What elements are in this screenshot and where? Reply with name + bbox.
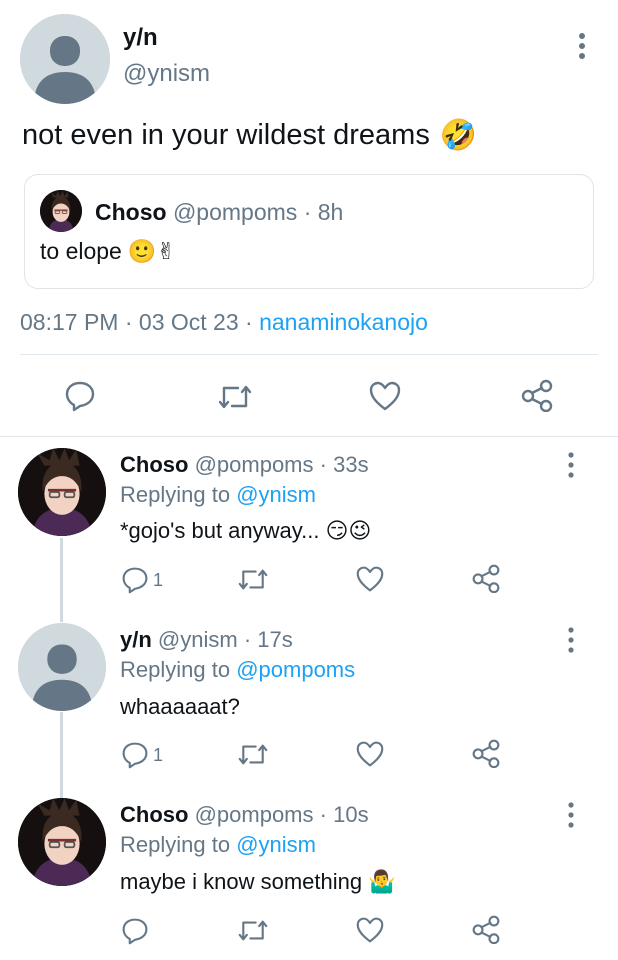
meta-separator-1: · xyxy=(124,309,133,335)
reply-body: whaaaaaat? xyxy=(120,694,240,719)
reply-time: 10s xyxy=(333,802,369,827)
share-icon[interactable] xyxy=(471,738,501,768)
reply-author-handle[interactable]: @pompoms xyxy=(195,452,314,477)
replying-label: Replying to xyxy=(120,482,231,507)
reply-author-handle[interactable]: @ynism xyxy=(158,627,238,652)
reply-icon[interactable] xyxy=(121,917,149,945)
reply-time: 33s xyxy=(333,452,369,477)
reply-icon xyxy=(122,742,148,769)
reply-header: Choso @pompoms · 10s xyxy=(120,802,369,828)
retweet-icon[interactable] xyxy=(238,741,268,768)
main-tweet-text: not even in your wildest dreams 🤣 xyxy=(22,118,477,153)
tweet-source[interactable]: nanaminokanojo xyxy=(259,309,428,335)
reply-button[interactable]: 1 xyxy=(121,741,163,769)
quote-separator: · xyxy=(303,199,312,225)
reply-count: 1 xyxy=(153,744,164,765)
tweet-time: 08:17 PM xyxy=(20,309,119,335)
reply-author-name[interactable]: y/n xyxy=(120,627,152,652)
quote-avatar xyxy=(40,190,82,232)
quoted-tweet[interactable]: Choso @pompoms · 8h to elope 🙂✌ xyxy=(24,174,594,289)
retweet-icon[interactable] xyxy=(238,566,268,593)
divider xyxy=(20,354,598,355)
reply-avatar[interactable] xyxy=(18,448,106,536)
main-avatar[interactable] xyxy=(20,14,110,104)
divider xyxy=(0,436,618,437)
quote-time: 8h xyxy=(317,199,344,225)
main-tweet-meta: 08:17 PM · 03 Oct 23 · nanaminokanojo xyxy=(20,309,428,336)
choso-avatar-icon xyxy=(18,798,106,886)
replying-to-handle[interactable]: @pompoms xyxy=(236,657,355,682)
smirk-wink-emoji-icon: 😏😉 xyxy=(325,518,372,543)
reply-time: 17s xyxy=(257,627,293,652)
meta-separator-2: · xyxy=(245,309,253,335)
share-icon[interactable] xyxy=(471,563,501,593)
reply-body: maybe i know something xyxy=(120,869,363,894)
reply-text: maybe i know something 🤷‍♂️ xyxy=(120,869,396,895)
reply-header: y/n @ynism · 17s xyxy=(120,627,293,653)
reply-text: *gojo's but anyway... 😏😉 xyxy=(120,518,371,544)
reply-icon[interactable] xyxy=(64,380,96,412)
thread-line xyxy=(60,538,63,622)
heart-icon[interactable] xyxy=(355,740,385,768)
more-dots-icon[interactable] xyxy=(565,802,577,828)
shrug-emoji-icon: 🤷‍♂️ xyxy=(368,869,396,894)
heart-icon[interactable] xyxy=(355,565,385,593)
reply-author-name[interactable]: Choso xyxy=(120,452,188,477)
reply-separator: · xyxy=(243,627,252,652)
tweet-date: 03 Oct 23 xyxy=(138,309,239,335)
quote-author-name[interactable]: Choso xyxy=(95,199,167,225)
rofl-emoji-icon: 🤣 xyxy=(439,119,478,152)
reply-icon xyxy=(122,567,148,594)
reply-author-handle[interactable]: @pompoms xyxy=(195,802,314,827)
heart-icon[interactable] xyxy=(355,916,385,944)
quote-text: to elope 🙂✌ xyxy=(40,238,176,265)
thread-line xyxy=(60,712,63,798)
quote-author-handle[interactable]: @pompoms xyxy=(173,199,297,225)
smile-victory-emoji-icon: 🙂✌ xyxy=(127,238,176,264)
main-author-handle[interactable]: @ynism xyxy=(123,60,210,88)
replying-to-handle[interactable]: @ynism xyxy=(236,832,316,857)
default-avatar-icon xyxy=(18,623,106,711)
reply-header: Choso @pompoms · 33s xyxy=(120,452,369,478)
more-dots-icon[interactable] xyxy=(565,452,577,478)
retweet-icon[interactable] xyxy=(218,382,252,412)
heart-icon[interactable] xyxy=(368,380,402,412)
choso-avatar-icon xyxy=(40,190,82,232)
more-dots-icon[interactable] xyxy=(568,32,596,60)
main-tweet-body: not even in your wildest dreams xyxy=(22,119,430,151)
replying-label: Replying to xyxy=(120,657,231,682)
reply-avatar[interactable] xyxy=(18,798,106,886)
more-dots-icon[interactable] xyxy=(565,627,577,653)
quote-body: to elope xyxy=(40,238,122,264)
replying-to: Replying to @ynism xyxy=(120,482,316,508)
share-icon[interactable] xyxy=(520,378,554,412)
reply-body: *gojo's but anyway... xyxy=(120,518,320,543)
reply-author-name[interactable]: Choso xyxy=(120,802,188,827)
choso-avatar-icon xyxy=(18,448,106,536)
replying-to: Replying to @pompoms xyxy=(120,657,355,683)
main-author-name[interactable]: y/n xyxy=(123,24,158,52)
replying-to: Replying to @ynism xyxy=(120,832,316,858)
reply-separator: · xyxy=(319,452,327,477)
reply-count: 1 xyxy=(153,569,164,590)
quote-header: Choso @pompoms · 8h xyxy=(95,199,343,226)
default-avatar-icon xyxy=(20,14,110,104)
retweet-icon[interactable] xyxy=(238,917,268,944)
reply-separator: · xyxy=(319,802,327,827)
replying-to-handle[interactable]: @ynism xyxy=(236,482,316,507)
replying-label: Replying to xyxy=(120,832,231,857)
reply-avatar[interactable] xyxy=(18,623,106,711)
share-icon[interactable] xyxy=(471,914,501,944)
reply-button[interactable]: 1 xyxy=(121,566,163,594)
reply-text: whaaaaaat? xyxy=(120,694,240,720)
